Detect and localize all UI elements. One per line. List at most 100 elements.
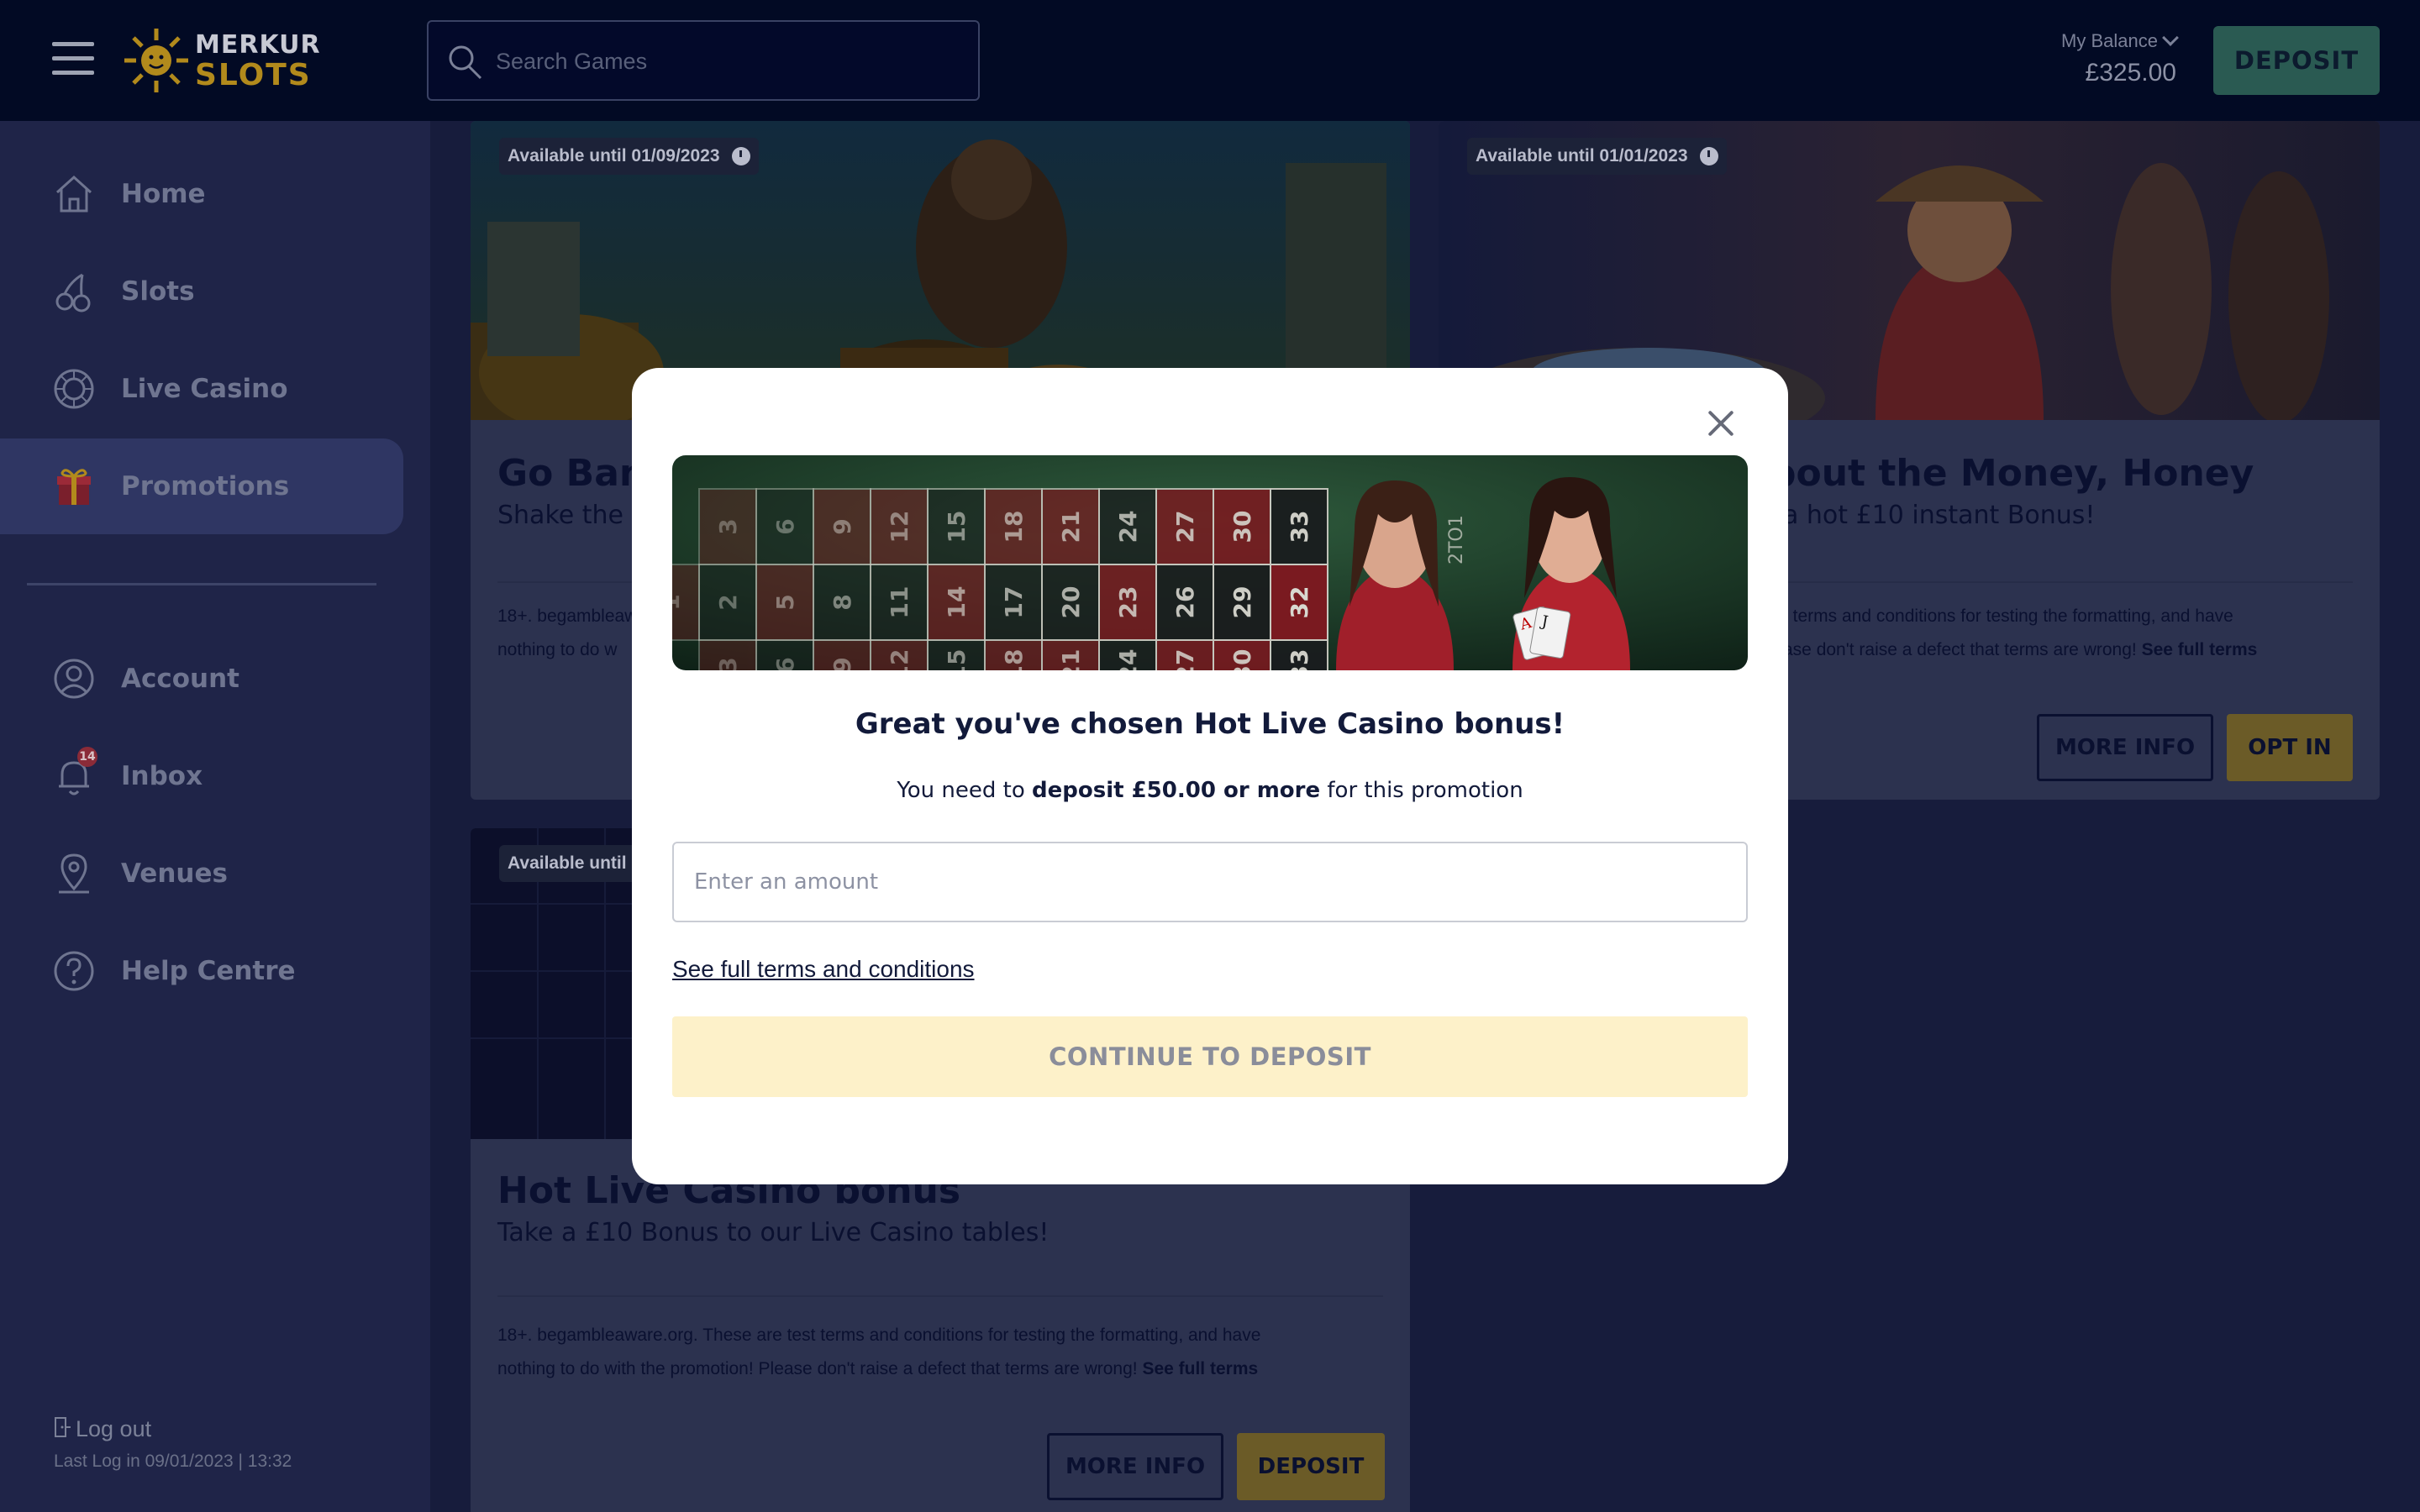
roulette-number: 8 [829,594,856,610]
card-terms: 18+. begambleaware.org. These are test t… [497,1319,1371,1386]
sidebar-item-live-casino[interactable]: Live Casino [0,341,403,437]
card-terms-line: 18+. begambleaware.org. These are test t… [497,1326,1261,1345]
availability-text: Available until 01/09/2023 [508,146,720,165]
roulette-number: 14 [943,586,971,619]
inbox-badge: 14 [77,747,97,767]
sidebar-item-label: Account [121,664,239,694]
roulette-number: 12 [886,649,913,670]
modal-banner: 3691215182124273033125811141720232629323… [672,455,1748,670]
card-title: bout the Money, Honey [1770,452,2254,495]
sidebar-item-promotions[interactable]: Promotions [0,438,403,534]
continue-to-deposit-button[interactable]: CONTINUE TO DEPOSIT [672,1016,1748,1097]
roulette-number: 30 [1228,511,1256,543]
modal-title: Great you've chosen Hot Live Casino bonu… [855,707,1565,741]
modal-desc-amount: deposit £50.00 or more [1032,778,1321,803]
roulette-number: 17 [1000,586,1028,619]
sidebar-item-label: Promotions [121,471,290,501]
balance-value: £325.00 [2085,59,2176,87]
sidebar-item-slots[interactable]: Slots [0,244,403,339]
amount-input[interactable] [672,842,1748,922]
card-divider [497,1295,1383,1297]
sidebar-item-venues[interactable]: Venues [0,826,403,921]
deposit-button[interactable]: DEPOSIT [2213,26,2380,95]
sidebar-item-account[interactable]: Account [0,631,403,727]
user-icon [54,659,94,699]
logout-link[interactable]: Log out [52,1415,151,1442]
cherries-icon [55,273,91,312]
roulette-number: 9 [829,657,856,670]
balance-widget[interactable]: My Balance £325.00 [2061,29,2179,87]
modal-desc-suffix: for this promotion [1327,778,1523,803]
roulette-column-label: 2TO1 [1446,515,1467,564]
sidebar-item-help-centre[interactable]: Help Centre [0,923,403,1019]
search-box[interactable]: Search Games [427,20,980,101]
logo-wordmark-top: MERKUR [195,30,321,60]
card-terms-line: ase don't raise a defect that terms are … [1783,640,2137,659]
modal-desc-prefix: You need to [897,778,1025,803]
sun-logo-icon [124,29,188,92]
roulette-number: 21 [1057,511,1085,543]
roulette-number: 15 [943,511,971,543]
roulette-number: 5 [771,594,799,610]
bonus-deposit-modal: 3691215182124273033125811141720232629323… [632,368,1788,1184]
see-full-terms-link[interactable]: See full terms [2142,640,2258,659]
roulette-number: 30 [1228,649,1256,670]
roulette-number: 27 [1171,649,1199,670]
search-input[interactable]: Search Games [496,49,647,75]
availability-badge: Available until 01/09/2023 [499,138,759,175]
card-terms-line: nothing to do with the promotion! Please… [497,1359,1138,1378]
roulette-number: 20 [1057,586,1085,619]
availability-text: Available until 01/01/2023 [1476,146,1688,165]
roulette-number: 18 [1000,511,1028,543]
roulette-number: 24 [1114,511,1142,543]
chevron-down-icon[interactable] [2162,29,2179,46]
sidebar-divider [27,583,376,585]
roulette-number: 29 [1228,586,1256,619]
roulette-number: 32 [1286,586,1313,619]
close-icon[interactable] [1707,410,1734,437]
logout-label: Log out [76,1416,152,1441]
roulette-number: 21 [1057,649,1085,670]
sidebar-item-label: Live Casino [121,374,288,404]
logo-wordmark-bottom: SLOTS [195,58,312,92]
location-pin-icon [59,853,89,894]
roulette-icon [54,369,94,409]
question-icon [54,951,94,991]
roulette-number: 2 [714,594,742,610]
modal-description: You need to deposit £50.00 or more for t… [632,778,1788,803]
sidebar-item-label: Inbox [121,761,203,791]
sidebar-item-home[interactable]: Home [0,146,403,242]
roulette-number: 15 [943,649,971,670]
card-terms-line: t terms and conditions for testing the f… [1783,606,2233,626]
last-login-text: Last Log in 09/01/2023 | 13:32 [54,1452,292,1471]
full-terms-link[interactable]: See full terms and conditions [672,956,975,983]
more-info-button[interactable]: MORE INFO [1047,1433,1223,1500]
live-casino-banner-image: 3691215182124273033125811141720232629323… [672,455,1748,670]
availability-text: Available until [508,853,627,873]
logo[interactable]: MERKUR SLOTS [121,24,320,97]
roulette-number: 33 [1286,649,1313,670]
sidebar-item-label: Venues [121,858,228,889]
clock-icon [1699,147,1718,165]
roulette-number: 6 [771,657,799,670]
sidebar-item-inbox[interactable]: 14 Inbox [0,728,403,824]
sidebar: Home Slots Live Casino Promotions Accoun… [0,121,430,1512]
card-subtitle: a hot £10 instant Bonus! [1783,501,2096,530]
sidebar-item-label: Home [121,179,206,209]
top-bar: MERKUR SLOTS Search Games My Balance £32… [0,0,2420,121]
clock-icon [731,147,750,165]
opt-in-button[interactable]: OPT IN [2227,714,2353,781]
roulette-number: 26 [1171,586,1199,619]
roulette-number: 11 [886,586,913,619]
roulette-number: 3 [714,518,742,534]
logout-icon [55,1417,71,1437]
deposit-button[interactable]: DEPOSIT [1237,1433,1385,1500]
roulette-number: 6 [771,518,799,534]
roulette-number: 27 [1171,511,1199,543]
roulette-number: 23 [1114,586,1142,619]
roulette-number: 3 [714,657,742,670]
menu-icon[interactable] [52,42,94,76]
see-full-terms-link[interactable]: See full terms [1142,1359,1258,1378]
roulette-number: 24 [1114,649,1142,670]
more-info-button[interactable]: MORE INFO [2037,714,2213,781]
